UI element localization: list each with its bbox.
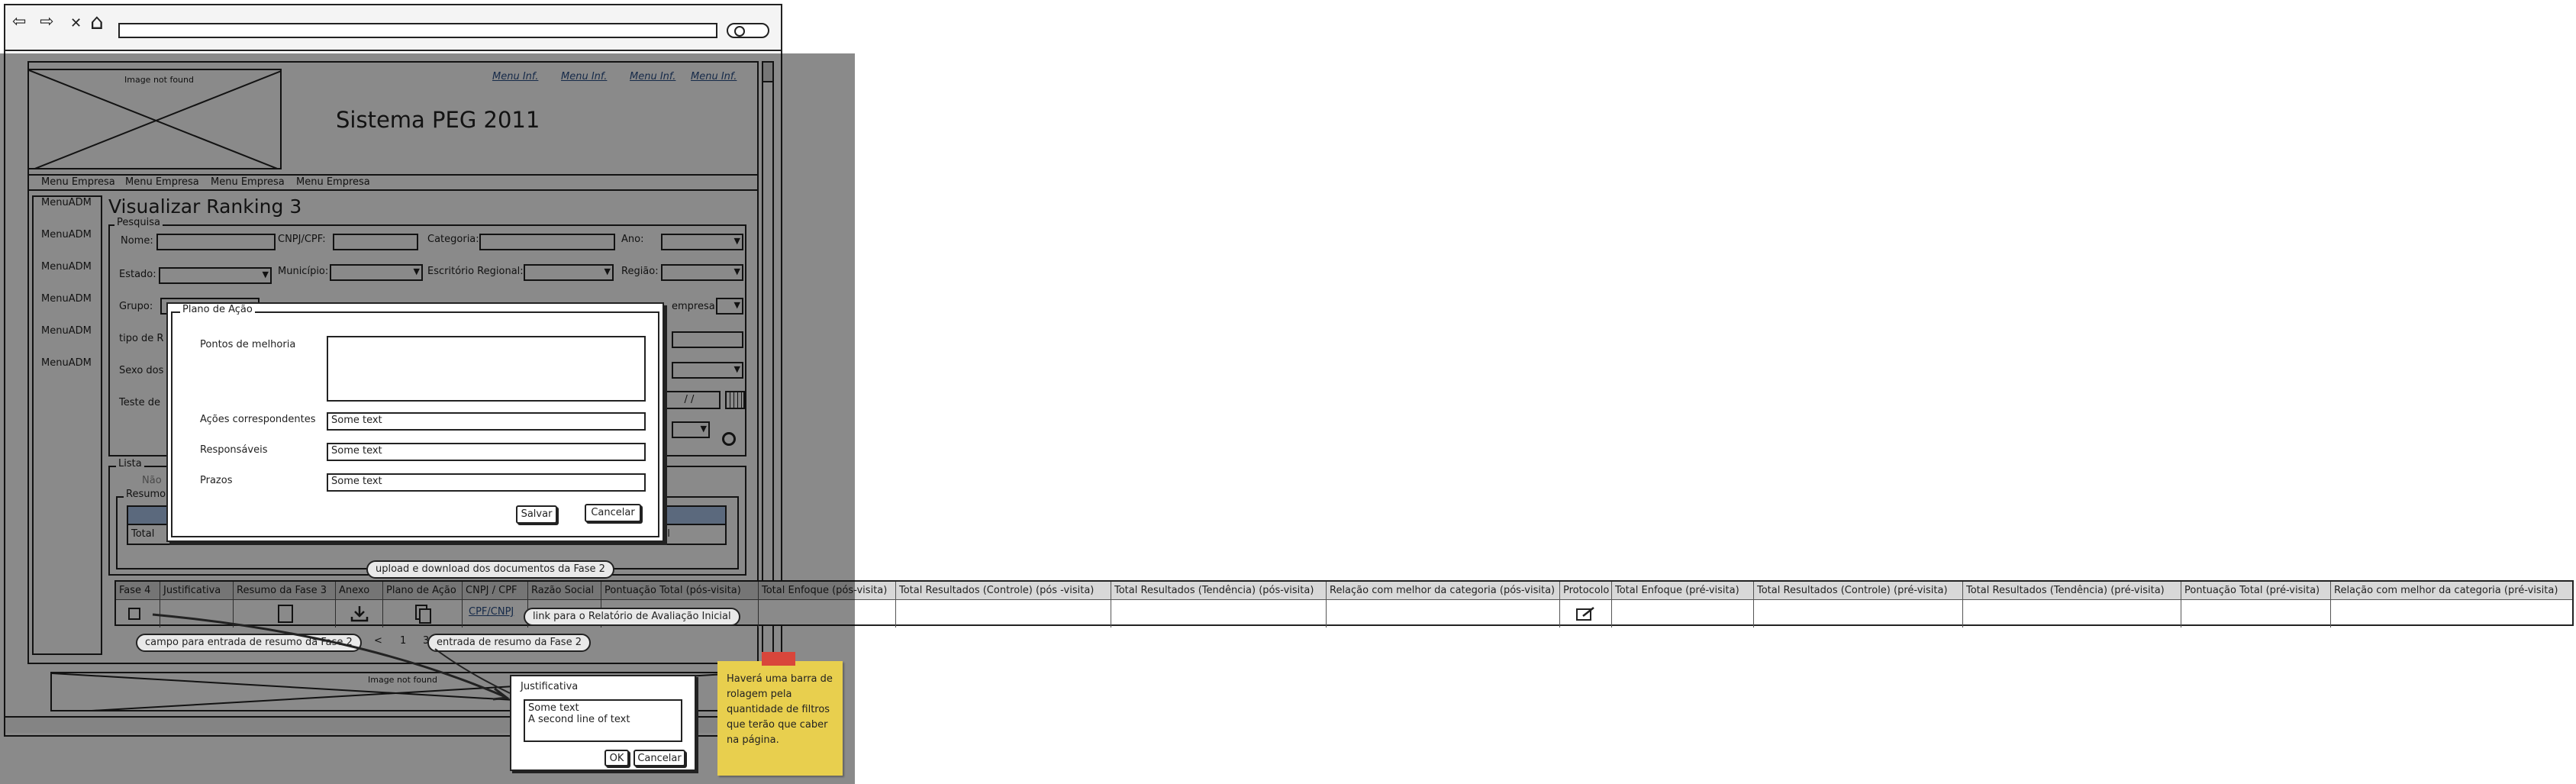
justificativa-textarea[interactable]: Some text A second line of text [524,699,682,742]
td-enfoque-pre [1612,600,1754,628]
justificativa-cancel-button[interactable]: Cancelar [634,750,685,766]
ok-button[interactable]: OK [605,750,629,766]
pontos-label: Pontos de melhoria [200,339,296,350]
edit-icon[interactable] [1575,606,1595,621]
responsaveis-label: Responsáveis [200,444,268,456]
th-enfoque-pre: Total Enfoque (pré-visita) [1612,582,1754,600]
cancel-button[interactable]: Cancelar [585,504,641,522]
plano-acao-dialog: Plano de Ação Pontos de melhoria Ações c… [166,302,664,542]
th-relacao-pre: Relação com melhor da categoria (pré-vis… [2334,585,2558,596]
save-button[interactable]: Salvar [516,505,557,524]
annotation-arrows [152,613,511,701]
plano-acao-legend: Plano de Ação [180,304,255,315]
td-resultados-tendencia-pre [1963,600,2181,628]
pontos-textarea[interactable] [327,336,646,402]
acoes-label: Ações correspondentes [200,414,316,425]
responsaveis-input[interactable]: Some text [327,443,646,461]
th-relacao-pos: Relação com melhor da categoria (pós-vis… [1327,582,1560,600]
th-pontuacao-pre: Pontuação Total (pré-visita) [2181,582,2331,600]
arrow-justificativa [152,613,505,698]
acoes-input[interactable]: Some text [327,412,646,431]
modal-overlay-top [0,0,779,53]
th-protocolo: Protocolo [1560,582,1612,600]
sticky-note-text: Haverá uma barra de rolagem pela quantid… [727,673,833,746]
prazos-label: Prazos [200,475,233,486]
th-resultados-tendencia-pos: Total Resultados (Tendência) (pós-visita… [1111,582,1327,600]
justificativa-line2: A second line of text [528,714,630,725]
callout-upload: upload e download dos documentos da Fase… [366,560,614,579]
td-resultados-tendencia-pos [1111,600,1327,628]
sticky-note: Haverá uma barra de rolagem pela quantid… [717,652,843,776]
td-relacao-pos [1327,600,1560,628]
arrow-entrada [434,648,511,694]
td-resultados-controle-pos [896,600,1111,628]
justificativa-dialog: Justificativa Some text A second line of… [510,675,696,771]
prazos-input[interactable]: Some text [327,473,646,492]
justificativa-line1: Some text [528,702,579,714]
sticky-note-tab [762,652,795,666]
td-pontuacao-pre [2181,600,2331,628]
justificativa-title: Justificativa [521,681,579,692]
th-resultados-controle-pre: Total Resultados (Controle) (pré-visita) [1754,582,1963,600]
td-relacao-pre [2331,600,2572,628]
th-resultados-tendencia-pre: Total Resultados (Tendência) (pré-visita… [1963,582,2181,600]
td-resultados-controle-pre [1754,600,1963,628]
th-resultados-controle-pos: Total Resultados (Controle) (pós -visita… [896,582,1111,600]
td-protocolo [1560,600,1612,628]
